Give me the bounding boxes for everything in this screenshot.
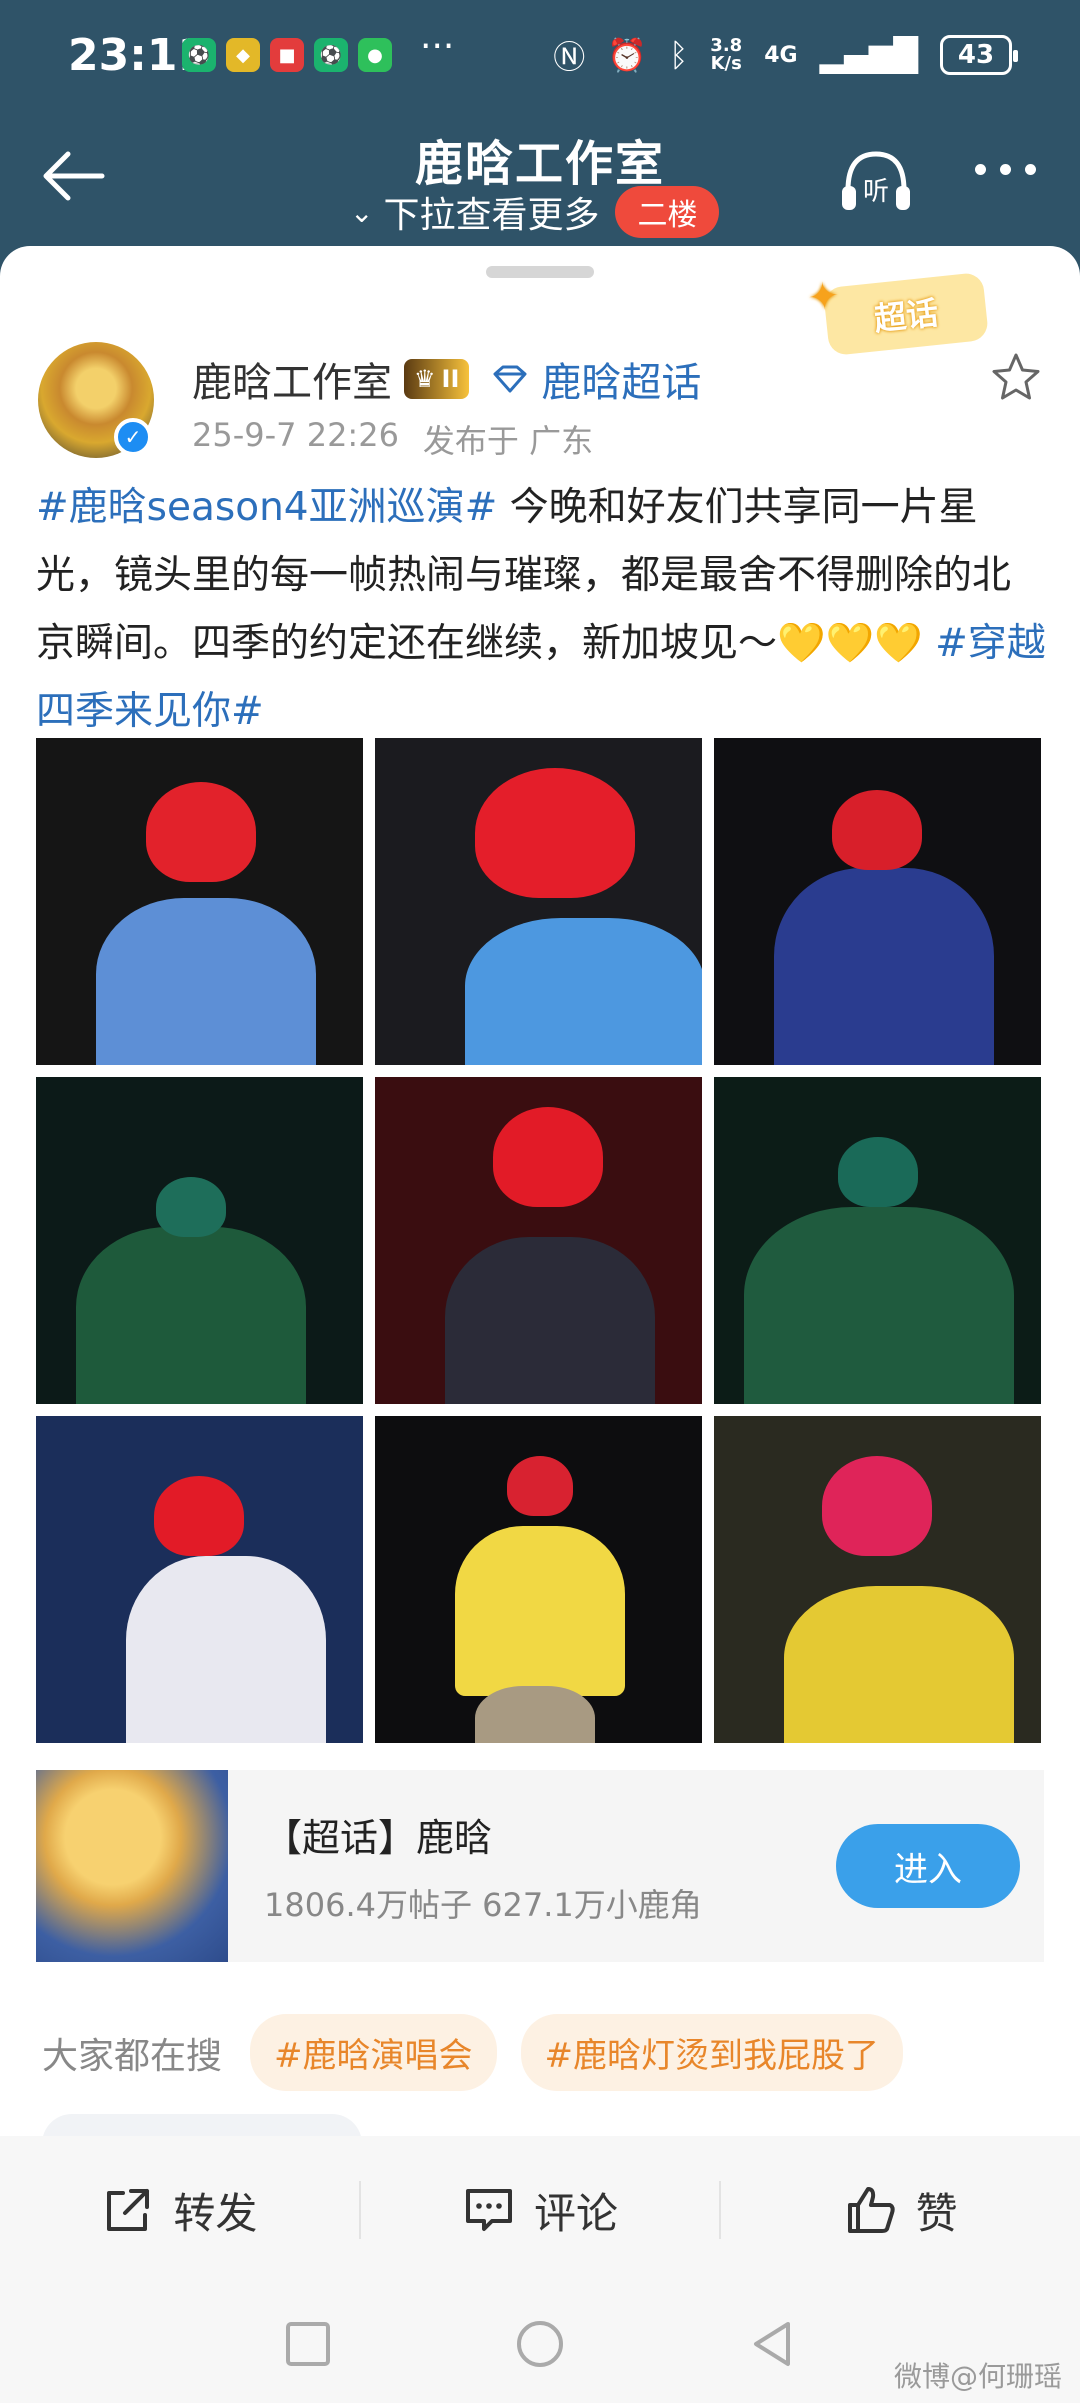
wechat-icon: ● (358, 38, 392, 72)
app-notification-icon: ◆ (226, 38, 260, 72)
status-indicators: Ⓝ ⏰ ᛒ 3.8 K/s 4G ▂▄▆█ 43 (553, 32, 1018, 78)
crown-level-badge: ♛ II (404, 359, 470, 399)
battery-level: 43 (957, 40, 995, 70)
recent-apps-icon[interactable] (282, 2318, 334, 2370)
action-bar: 转发 评论 赞 (0, 2136, 1080, 2284)
network-type: 4G (764, 42, 798, 68)
status-notification-icons: ⚽ ◆ ■ ⚽ ● (182, 38, 392, 72)
supertopic-title: 【超话】鹿晗 (264, 1815, 493, 1860)
signal-icon: ▂▄▆█ (819, 36, 918, 74)
listen-label: 听 (863, 177, 889, 207)
app-notification-icon: ■ (270, 38, 304, 72)
app-notification-icon: ⚽ (182, 38, 216, 72)
post-text: #鹿晗season4亚洲巡演# 今晚和好友们共享同一片星光，镜头里的每一帧热闹与… (36, 474, 1046, 746)
favorite-star-icon[interactable] (988, 350, 1044, 406)
more-options-icon[interactable] (975, 164, 1036, 175)
trending-search-row: 大家都在搜 #鹿晗演唱会 #鹿晗灯烫到我屁股了 (42, 2014, 904, 2091)
photo-4[interactable] (36, 1077, 363, 1404)
watermark: 微博@何珊瑶 (893, 2360, 1062, 2393)
post-card: ✦ 超话 ✓ 鹿晗工作室 ♛ II 鹿晗超话 25-9-7 22:26 发布于 … (0, 246, 1080, 2403)
photo-6[interactable] (714, 1077, 1041, 1404)
supertopic-stats: 1806.4万帖子 627.1万小鹿角 (264, 1885, 702, 1924)
supertopic-link[interactable]: 鹿晗超话 (541, 350, 701, 408)
sparkle-icon: ✦ (805, 272, 842, 321)
photo-grid (36, 738, 1044, 1743)
pull-down-label: 下拉查看更多 (383, 195, 600, 236)
photo-8[interactable] (375, 1416, 702, 1743)
chevron-down-icon: ⌄ (350, 195, 374, 229)
thumbs-up-icon (847, 2187, 895, 2233)
repost-label: 转发 (173, 2188, 258, 2238)
home-icon[interactable] (514, 2318, 566, 2370)
system-navigation-bar: 微博@何珊瑶 (0, 2284, 1080, 2403)
repost-icon (107, 2189, 150, 2231)
pull-down-hint[interactable]: ⌄ 下拉查看更多 二楼 (350, 186, 720, 238)
alarm-icon: ⏰ (607, 36, 648, 74)
like-label: 赞 (915, 2188, 958, 2238)
diamond-icon (493, 365, 527, 393)
battery-icon: 43 (940, 35, 1018, 75)
photo-5[interactable] (375, 1077, 702, 1404)
bluetooth-icon: ᛒ (669, 36, 689, 74)
author-row: 鹿晗工作室 ♛ II 鹿晗超话 (192, 350, 701, 408)
repost-button[interactable]: 转发 (0, 2180, 359, 2241)
headphones-listen-icon[interactable]: 听 (838, 146, 914, 216)
photo-7[interactable] (36, 1416, 363, 1743)
photo-1[interactable] (36, 738, 363, 1065)
post-date: 25-9-7 22:26 (192, 416, 399, 454)
supertopic-info: 【超话】鹿晗 1806.4万帖子 627.1万小鹿角 (264, 1807, 702, 1926)
trending-chip[interactable]: #鹿晗演唱会 (250, 2014, 497, 2091)
enter-button[interactable]: 进入 (836, 1824, 1020, 1908)
crown-icon: ♛ (414, 365, 436, 393)
floor-badge: 二楼 (615, 186, 720, 238)
supertopic-sticker: ✦ 超话 (806, 271, 990, 357)
supertopic-card[interactable]: 【超话】鹿晗 1806.4万帖子 627.1万小鹿角 进入 (36, 1770, 1044, 1962)
status-more-icon: ··· (420, 26, 455, 67)
photo-9[interactable] (714, 1416, 1041, 1743)
author-name[interactable]: 鹿晗工作室 (192, 350, 392, 408)
post-location: 发布于 广东 (422, 422, 594, 460)
nfc-icon: Ⓝ (553, 38, 586, 76)
photo-2[interactable] (375, 738, 702, 1065)
photo-3[interactable] (714, 738, 1041, 1065)
supertopic-thumbnail (36, 1770, 228, 1962)
trending-chip[interactable]: #鹿晗灯烫到我屁股了 (520, 2014, 904, 2091)
comment-icon (466, 2189, 512, 2231)
verified-badge-icon: ✓ (114, 418, 152, 456)
heart-emojis: 💛💛💛 (777, 621, 923, 666)
comment-label: 评论 (534, 2188, 619, 2238)
back-triangle-icon[interactable] (746, 2318, 798, 2370)
status-bar: 23:11 ⚽ ◆ ■ ⚽ ● ··· Ⓝ ⏰ ᛒ 3.8 K/s 4G ▂▄▆… (0, 0, 1080, 110)
page-title: 鹿晗工作室 (414, 136, 665, 192)
nav-header: 鹿晗工作室 ⌄ 下拉查看更多 二楼 听 (0, 110, 1080, 250)
hashtag-link[interactable]: #鹿晗season4亚洲巡演# (36, 485, 497, 530)
like-button[interactable]: 赞 (721, 2180, 1080, 2241)
app-notification-icon: ⚽ (314, 38, 348, 72)
comment-button[interactable]: 评论 (361, 2180, 720, 2241)
net-speed: 3.8 K/s (710, 35, 743, 74)
drag-handle[interactable] (486, 266, 594, 278)
trending-label: 大家都在搜 (42, 2035, 223, 2077)
post-meta: 25-9-7 22:26 发布于 广东 (192, 416, 593, 462)
